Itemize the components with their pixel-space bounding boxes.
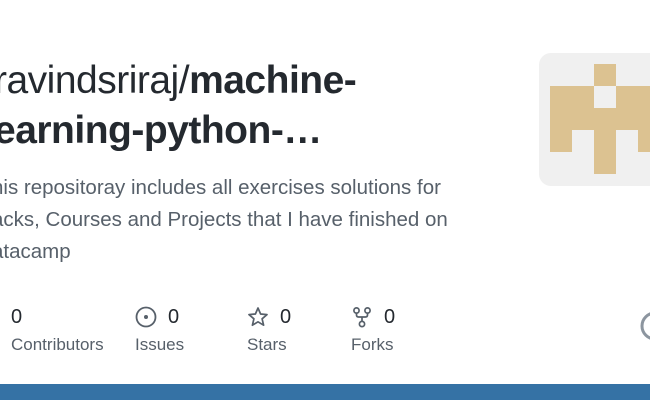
stars-label: Stars <box>247 335 287 354</box>
contributors-count: 0 <box>11 305 23 328</box>
description-line-1: his repositoray includes all exercises s… <box>0 176 441 199</box>
description-line-3: atacamp <box>0 240 71 263</box>
repo-description: his repositoray includes all exercises s… <box>0 172 512 268</box>
repo-name-line2[interactable]: earning-python-… <box>0 109 322 152</box>
avatar[interactable] <box>539 53 650 186</box>
language-bar <box>0 384 650 400</box>
stars-count: 0 <box>280 305 292 328</box>
contributors-label: Contributors <box>11 335 104 354</box>
repo-owner[interactable]: ravindsriraj/ <box>0 59 190 102</box>
forks-count: 0 <box>384 305 396 328</box>
repo-name-line1[interactable]: machine- <box>189 59 357 102</box>
github-logo-icon <box>640 311 650 341</box>
stat-issues[interactable]: 0 Issues <box>135 300 184 355</box>
identicon-avatar <box>550 64 650 174</box>
fork-icon <box>351 306 373 328</box>
stat-stars[interactable]: 0 Stars <box>247 300 291 355</box>
repo-stats: 0 Contributors 0 Issues 0 Stars 0 Forks <box>0 300 650 360</box>
forks-label: Forks <box>351 335 394 354</box>
star-icon <box>247 306 269 328</box>
issue-icon <box>135 306 157 328</box>
description-line-2: acks, Courses and Projects that I have f… <box>0 208 448 231</box>
stat-contributors[interactable]: 0 Contributors <box>11 300 104 355</box>
issues-label: Issues <box>135 335 185 354</box>
stat-forks[interactable]: 0 Forks <box>351 300 395 355</box>
issues-count: 0 <box>168 305 180 328</box>
repo-title[interactable]: ravindsriraj/machine- earning-python-… <box>0 56 514 156</box>
